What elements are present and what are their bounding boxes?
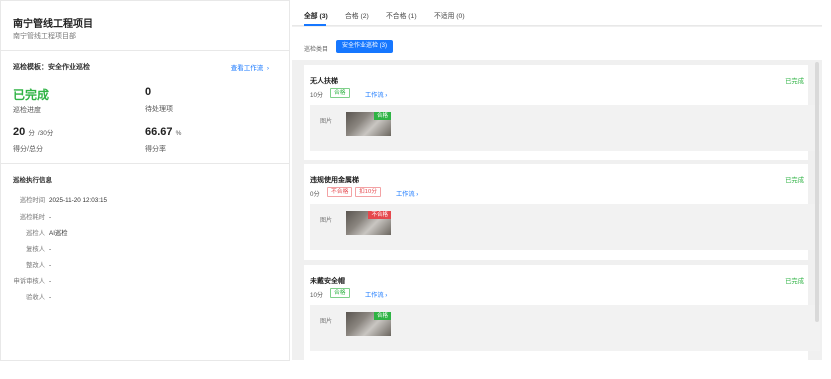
item-status: 已完成: [785, 177, 804, 184]
active-tab-indicator: [304, 24, 326, 26]
evidence-thumbnail[interactable]: 合格: [346, 112, 391, 136]
exec-key: 复核人: [26, 246, 45, 253]
image-label: 图片: [320, 319, 333, 325]
exec-val: -: [49, 262, 52, 269]
exec-val: -: [49, 246, 52, 253]
tab-all[interactable]: 全部 (3): [304, 10, 328, 20]
image-area: 图片 合格: [310, 305, 820, 351]
evidence-thumbnail[interactable]: 不合格: [346, 211, 391, 235]
item-status: 已完成: [785, 78, 804, 85]
exec-val: AI巡检: [49, 230, 68, 237]
tab-fail[interactable]: 不合格 (1): [386, 10, 417, 20]
exec-val: 2025-11-20 12:03:15: [49, 197, 108, 204]
exec-key: 巡检人: [26, 230, 45, 237]
evidence-thumbnail[interactable]: 合格: [346, 312, 391, 336]
exec-row: 巡检时间 2025-11-20 12:03:15: [1, 195, 107, 204]
exec-row: 巡检耗时 -: [1, 212, 51, 221]
exec-row: 整改人 -: [1, 260, 51, 269]
exec-key: 申诉审核人: [13, 278, 45, 285]
exec-info-title: 巡检执行信息: [13, 177, 52, 184]
rate-label: 得分率: [145, 146, 166, 153]
item-score: 10分: [310, 92, 324, 99]
category-button[interactable]: 安全作业巡检 (3): [336, 40, 394, 53]
fail-tag: 不合格: [327, 187, 353, 197]
item-score: 10分: [310, 292, 324, 299]
exec-val: -: [49, 278, 52, 285]
score-label: 得分/总分: [13, 146, 43, 153]
workflow-link[interactable]: 工作流 ›: [365, 290, 387, 299]
exec-key: 整改人: [26, 262, 45, 269]
exec-row: 申诉审核人 -: [1, 276, 52, 285]
workflow-label: 工作流: [365, 292, 384, 299]
exec-key: 巡检时间: [19, 197, 45, 204]
filter-tabs: 全部 (3) 合格 (2) 不合格 (1) 不适用 (0): [292, 0, 822, 26]
exec-key: 巡检耗时: [19, 214, 45, 221]
item-score: 0分: [310, 191, 320, 198]
pending-label: 待处理项: [145, 106, 173, 113]
pending-value: 0: [145, 86, 152, 98]
chevron-right-icon: ›: [383, 292, 388, 299]
inspection-item-card: 未戴安全帽 已完成 10分 合格 工作流 › 图片 合格: [304, 265, 820, 360]
rate-value: 66.67 %: [145, 126, 181, 138]
score-value: 20 分 /30分: [13, 126, 53, 138]
workflow-link[interactable]: 工作流 ›: [365, 90, 387, 99]
exec-row: 巡检人 AI巡检: [1, 228, 68, 237]
exec-val: -: [49, 214, 52, 221]
pass-tag: 合格: [330, 88, 350, 98]
chevron-right-icon: ›: [414, 191, 419, 198]
template-label: 巡检模板：安全作业巡检: [13, 64, 90, 71]
thumb-badge: 合格: [373, 112, 391, 120]
view-workflow-label: 查看工作流: [230, 65, 264, 72]
tab-na[interactable]: 不适用 (0): [434, 10, 465, 20]
rate-unit: %: [175, 130, 182, 137]
image-area: 图片 合格: [310, 105, 820, 151]
score-unit: 分: [28, 130, 35, 137]
workflow-label: 工作流: [396, 191, 415, 198]
results-panel: 全部 (3) 合格 (2) 不合格 (1) 不适用 (0) 巡检类目 安全作业巡…: [292, 0, 822, 360]
workflow-link[interactable]: 工作流 ›: [396, 189, 418, 198]
progress-value: 已完成: [13, 88, 50, 102]
exec-row: 复核人 -: [1, 244, 51, 253]
chevron-right-icon: ›: [383, 92, 388, 99]
scrollbar[interactable]: [815, 62, 819, 322]
exec-val: -: [49, 294, 52, 301]
thumb-badge: 合格: [373, 312, 391, 320]
thumb-badge: 不合格: [368, 211, 391, 219]
view-workflow-link[interactable]: 查看工作流 ›: [231, 62, 269, 72]
image-area: 图片 不合格: [310, 204, 820, 250]
inspection-item-card: 无人扶梯 已完成 10分 合格 工作流 › 图片 合格: [304, 65, 820, 160]
category-label: 巡检类目: [304, 47, 329, 53]
image-label: 图片: [320, 119, 333, 125]
category-bar: 巡检类目 安全作业巡检 (3): [292, 27, 822, 60]
project-subtitle: 南宁管线工程项目部: [13, 33, 76, 40]
exec-key: 验收人: [26, 294, 45, 301]
chevron-right-icon: ›: [265, 65, 269, 72]
divider: [1, 163, 289, 164]
score-number: 20: [13, 126, 26, 138]
progress-label: 巡检进度: [13, 107, 41, 114]
inspection-item-card: 违规使用金属梯 已完成 0分 不合格 扣10分 工作流 › 图片 不合格: [304, 164, 820, 260]
divider: [1, 50, 289, 51]
item-title: 违规使用金属梯: [310, 177, 359, 184]
image-label: 图片: [320, 218, 333, 224]
rate-number: 66.67: [145, 126, 173, 138]
workflow-label: 工作流: [365, 92, 384, 99]
project-title: 南宁管线工程项目: [13, 19, 93, 30]
exec-row: 验收人 -: [1, 292, 51, 301]
tab-pass[interactable]: 合格 (2): [345, 10, 369, 20]
score-total: /30分: [37, 130, 54, 137]
deduction-tag: 扣10分: [355, 187, 382, 197]
item-status: 已完成: [785, 278, 804, 285]
pass-tag: 合格: [330, 288, 350, 298]
item-title: 无人扶梯: [310, 78, 338, 85]
item-title: 未戴安全帽: [310, 278, 345, 285]
summary-panel: 南宁管线工程项目 南宁管线工程项目部 巡检模板：安全作业巡检 查看工作流 › 已…: [0, 0, 290, 361]
